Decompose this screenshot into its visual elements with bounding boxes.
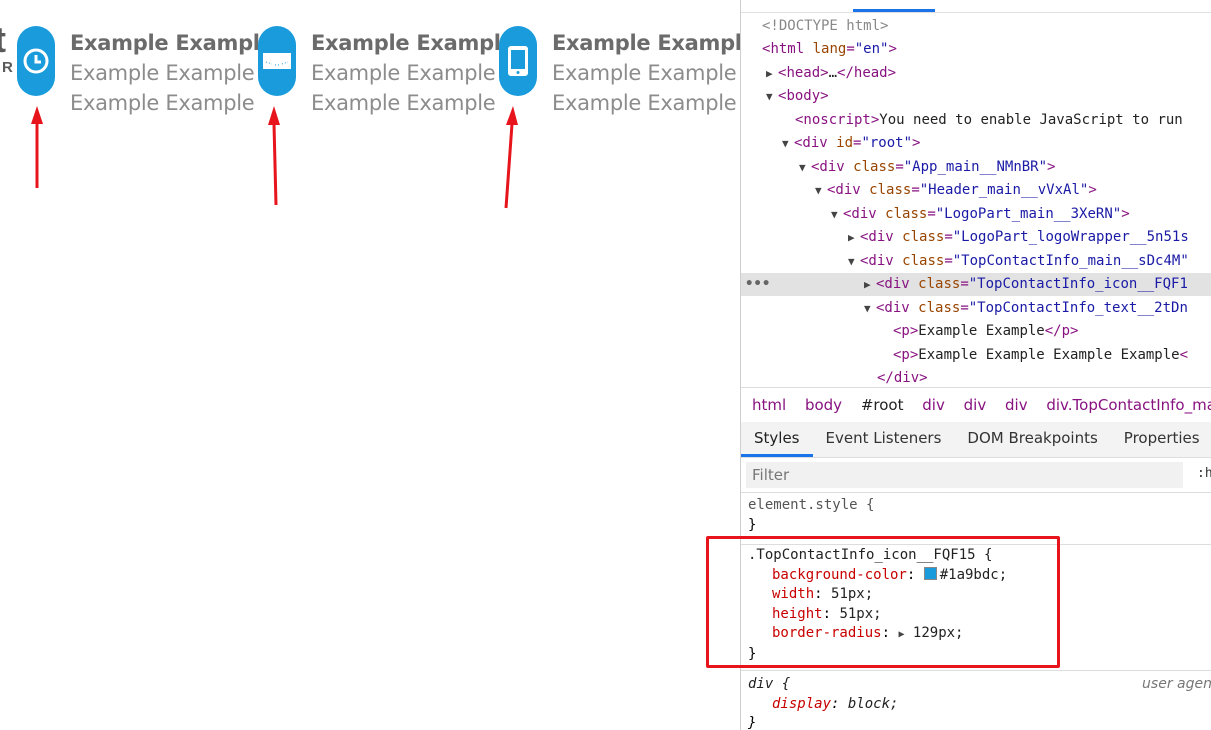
dom-line-text[interactable]: ▼ <div class="TopContactInfo_text__2tDn <box>741 297 1211 320</box>
breadcrumb-item[interactable]: div.TopContactInfo_mai <box>1046 396 1211 414</box>
rule-close: } <box>748 715 757 730</box>
annotation-arrows <box>31 106 518 209</box>
dom-line-body[interactable]: ▼ <body> <box>741 85 1211 108</box>
dom-line-div-close[interactable]: </div> <box>741 367 1211 387</box>
expand-triangle-icon: ▶ <box>848 231 855 244</box>
breadcrumb-item[interactable]: div <box>964 396 987 414</box>
dom-line-header[interactable]: ▼ <div class="Header_main__vVxAl"> <box>741 179 1211 202</box>
breadcrumb-item[interactable]: body <box>805 396 842 414</box>
collapse-triangle-icon: ▼ <box>782 137 789 150</box>
collapse-triangle-icon: ▼ <box>799 161 806 174</box>
collapse-triangle-icon: ▼ <box>848 255 855 268</box>
expand-triangle-icon: ▶ <box>864 278 871 291</box>
dom-line-head[interactable]: ▶ <head>…</head> <box>741 62 1211 85</box>
collapse-triangle-icon: ▼ <box>864 302 871 315</box>
dom-line-icon-selected[interactable]: ••• ▶ <div class="TopContactInfo_icon__FQF… <box>741 273 1211 296</box>
dom-line-root[interactable]: ▼ <div id="root"> <box>741 132 1211 155</box>
breadcrumb-item[interactable]: div <box>922 396 945 414</box>
tab-properties[interactable]: Properties <box>1111 422 1211 457</box>
tab-styles[interactable]: Styles <box>741 422 813 457</box>
rule-div-user-agent[interactable]: user agen div { display: block; } <box>741 675 1211 730</box>
collapse-triangle-icon: ▼ <box>815 184 822 197</box>
dom-line-p2[interactable]: <p>Example Example Example Example< <box>741 344 1211 367</box>
rule-close: } <box>748 516 757 533</box>
declaration-property: display <box>772 695 832 712</box>
breadcrumb-item[interactable]: #root <box>861 396 904 414</box>
user-agent-stylesheet-label: user agen <box>1142 676 1211 692</box>
dom-line-noscript[interactable]: <noscript>You need to enable JavaScript … <box>741 109 1211 132</box>
collapse-triangle-icon: ▼ <box>766 90 773 103</box>
dom-line-html[interactable]: <html lang="en"> <box>741 38 1211 61</box>
rule-selector: div { <box>748 676 791 692</box>
annotation-arrow-2 <box>268 106 280 206</box>
annotation-highlight-box <box>706 536 1060 668</box>
annotation-arrow-1 <box>31 106 43 188</box>
elements-tree[interactable]: <!DOCTYPE html> <html lang="en"> ▶ <head>… <box>741 13 1211 387</box>
dom-line-topcontact[interactable]: ▼ <div class="TopContactInfo_main__sDc4M" <box>741 250 1211 273</box>
dom-line-p1[interactable]: <p>Example Example</p> <box>741 320 1211 343</box>
more-options-icon[interactable]: ••• <box>745 273 770 296</box>
styles-filter-bar: :h <box>741 458 1211 493</box>
declaration-value: block; <box>847 695 899 712</box>
devtools-toolbar <box>741 0 1211 13</box>
collapse-triangle-icon: ▼ <box>831 208 838 221</box>
breadcrumb: html body #root div div div div.TopConta… <box>741 387 1211 423</box>
tab-event-listeners[interactable]: Event Listeners <box>813 422 955 457</box>
dom-line-doctype[interactable]: <!DOCTYPE html> <box>741 15 1211 38</box>
dom-line-logopart[interactable]: ▼ <div class="LogoPart_main__3XeRN"> <box>741 203 1211 226</box>
breadcrumb-item[interactable]: html <box>752 396 786 414</box>
expand-triangle-icon: ▶ <box>766 67 773 80</box>
dom-line-logowrapper[interactable]: ▶ <div class="LogoPart_logoWrapper__5n51s <box>741 226 1211 249</box>
styles-filter-input[interactable] <box>746 462 1183 488</box>
dom-line-app[interactable]: ▼ <div class="App_main__NMnBR"> <box>741 156 1211 179</box>
breadcrumb-item[interactable]: div <box>1005 396 1028 414</box>
tab-dom-breakpoints[interactable]: DOM Breakpoints <box>954 422 1110 457</box>
annotation-arrow-3 <box>504 106 518 209</box>
hover-state-toggle[interactable]: :h <box>1197 466 1211 481</box>
sidebar-tabs: Styles Event Listeners DOM Breakpoints Prop… <box>741 422 1211 458</box>
active-panel-indicator <box>853 9 935 12</box>
rule-selector: element.style { <box>748 497 875 513</box>
